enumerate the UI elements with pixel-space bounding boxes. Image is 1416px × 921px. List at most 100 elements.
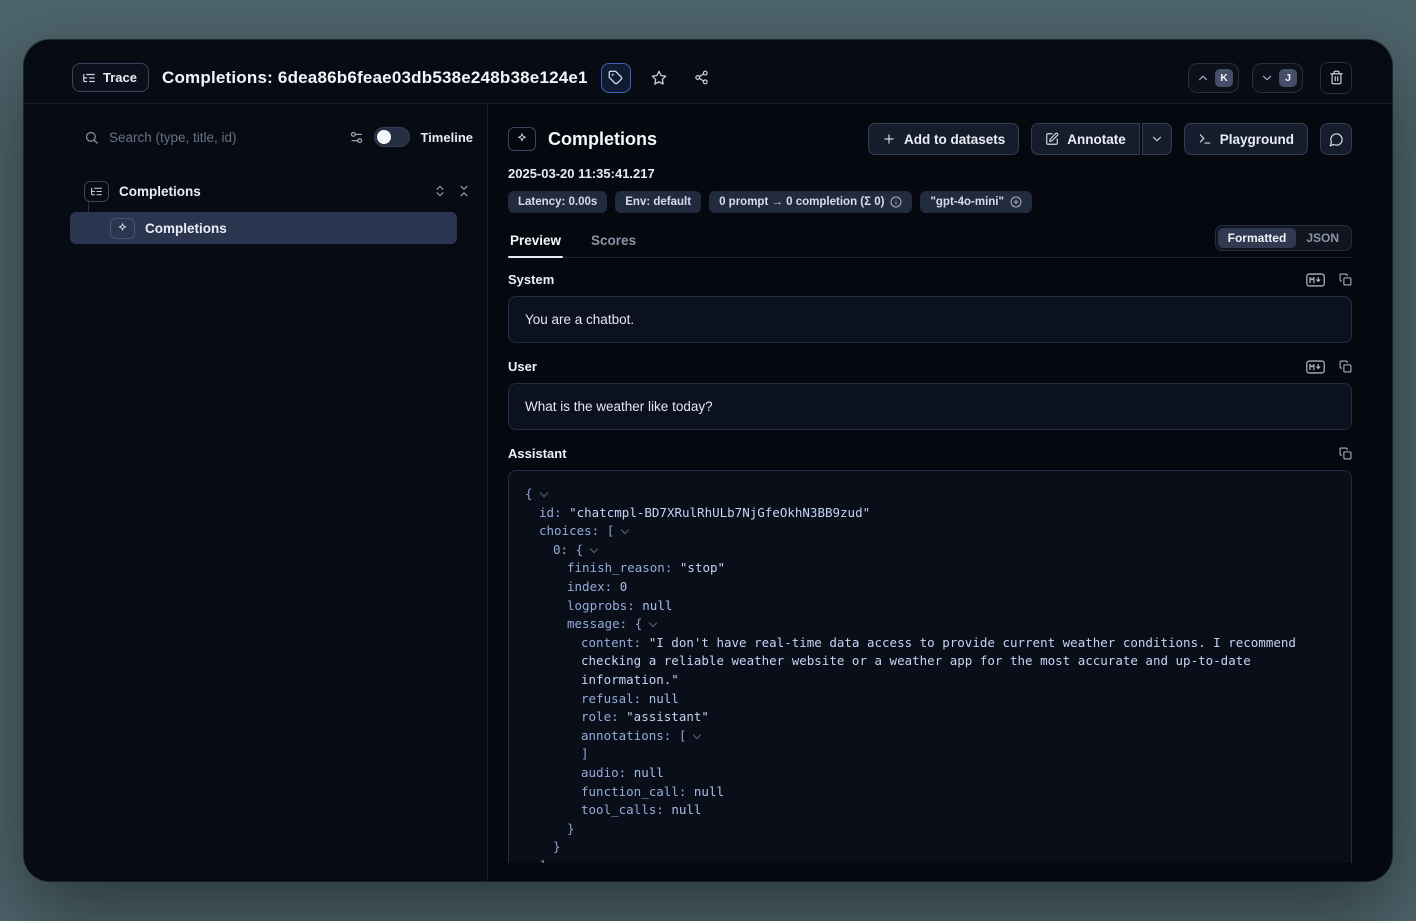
- json-line: tool_calls: null: [525, 801, 1335, 820]
- json-line: 0: {: [525, 541, 1335, 560]
- observation-timestamp: 2025-03-20 11:35:41.217: [508, 166, 1352, 181]
- json-line: content: "I don't have real-time data ac…: [525, 634, 1335, 690]
- json-line: message: {: [525, 615, 1335, 634]
- env-badge: Env: default: [615, 191, 701, 213]
- share-button[interactable]: [687, 63, 717, 93]
- annotate-dropdown-button[interactable]: [1142, 123, 1172, 155]
- json-line: ]: [525, 857, 1335, 863]
- playground-button[interactable]: Playground: [1184, 123, 1308, 155]
- search-icon: [84, 130, 99, 145]
- json-line: refusal: null: [525, 690, 1335, 709]
- timeline-toggle[interactable]: [374, 127, 410, 147]
- json-line: ]: [525, 745, 1335, 764]
- copy-icon[interactable]: [1339, 360, 1352, 373]
- trace-tree-sidebar: Timeline Completions: [24, 104, 488, 881]
- json-line: annotations: [: [525, 727, 1335, 746]
- timeline-label: Timeline: [420, 130, 473, 145]
- system-message-section: System You are a chatbot.: [508, 272, 1352, 343]
- observation-detail-panel: Completions Add to datasets Annotate: [488, 104, 1392, 881]
- system-message-text: You are a chatbot.: [525, 312, 634, 327]
- markdown-toggle-icon[interactable]: [1306, 273, 1325, 287]
- trash-icon: [1329, 70, 1344, 85]
- tree-guide-line: [88, 200, 89, 220]
- prev-trace-button[interactable]: K: [1188, 63, 1239, 93]
- pencil-icon: [1045, 132, 1059, 146]
- trace-header: Trace Completions: 6dea86b6feae03db538e2…: [24, 40, 1392, 104]
- star-button[interactable]: [644, 63, 674, 93]
- latency-badge: Latency: 0.00s: [508, 191, 607, 213]
- completions-icon: [508, 127, 536, 151]
- terminal-icon: [1198, 132, 1212, 146]
- tag-button[interactable]: [601, 63, 631, 93]
- collapse-chevron-icon[interactable]: [590, 545, 598, 553]
- metadata-badges: Latency: 0.00s Env: default 0 prompt → 0…: [508, 191, 1352, 213]
- collapse-chevron-icon[interactable]: [693, 730, 701, 738]
- annotate-label: Annotate: [1067, 132, 1126, 147]
- assistant-json-code: {id: "chatcmpl-BD7XRulRhULb7NjGfeOkhN3BB…: [525, 485, 1335, 863]
- comment-bubble-icon: [1329, 132, 1344, 147]
- json-line: audio: null: [525, 764, 1335, 783]
- delete-trace-button[interactable]: [1320, 62, 1352, 94]
- annotate-button[interactable]: Annotate: [1031, 123, 1140, 155]
- comments-button[interactable]: [1320, 123, 1352, 155]
- detail-tabs: Preview Scores Formatted JSON: [508, 225, 1352, 258]
- tree-item-trace-root[interactable]: Completions: [84, 176, 473, 206]
- tag-icon: [608, 70, 623, 85]
- preview-content: System You are a chatbot.: [508, 258, 1352, 863]
- json-line: function_call: null: [525, 783, 1335, 802]
- collapse-chevron-icon[interactable]: [539, 489, 547, 497]
- list-tree-icon: [82, 71, 96, 85]
- trace-badge-label: Trace: [103, 70, 137, 85]
- expand-all-icon[interactable]: [433, 184, 447, 198]
- json-line: {: [525, 485, 1335, 504]
- shortcut-j-key: J: [1279, 69, 1297, 87]
- tree-root-label: Completions: [119, 184, 201, 199]
- json-line: choices: [: [525, 522, 1335, 541]
- collapse-all-icon[interactable]: [457, 184, 471, 198]
- add-to-datasets-label: Add to datasets: [904, 132, 1005, 147]
- json-line: }: [525, 820, 1335, 839]
- tab-scores[interactable]: Scores: [589, 233, 638, 257]
- user-message-text: What is the weather like today?: [525, 399, 713, 414]
- collapse-chevron-icon[interactable]: [621, 526, 629, 534]
- info-icon: [890, 196, 902, 208]
- chevron-down-icon: [1150, 132, 1164, 146]
- collapse-chevron-icon[interactable]: [649, 619, 657, 627]
- next-trace-button[interactable]: J: [1252, 63, 1303, 93]
- tree-item-completions-generation[interactable]: Completions: [70, 212, 457, 244]
- json-line: logprobs: null: [525, 597, 1335, 616]
- trace-detail-window: Trace Completions: 6dea86b6feae03db538e2…: [24, 40, 1392, 881]
- shortcut-k-key: K: [1215, 69, 1233, 87]
- copy-icon[interactable]: [1339, 447, 1352, 460]
- generation-icon: [110, 218, 135, 239]
- chevron-down-icon: [1260, 71, 1274, 85]
- view-settings-icon[interactable]: [349, 130, 364, 145]
- observation-title: Completions: [548, 129, 657, 150]
- trace-title: Completions: 6dea86b6feae03db538e248b38e…: [162, 68, 588, 88]
- add-to-datasets-button[interactable]: Add to datasets: [868, 123, 1019, 155]
- star-icon: [651, 70, 667, 86]
- assistant-label: Assistant: [508, 446, 567, 461]
- search-input[interactable]: [109, 130, 339, 145]
- json-line: role: "assistant": [525, 708, 1335, 727]
- token-usage-badge[interactable]: 0 prompt → 0 completion (Σ 0): [709, 191, 912, 213]
- share-icon: [694, 70, 709, 85]
- user-message-box: What is the weather like today?: [508, 383, 1352, 430]
- system-message-box: You are a chatbot.: [508, 296, 1352, 343]
- format-option-formatted[interactable]: Formatted: [1218, 228, 1297, 248]
- system-label: System: [508, 272, 554, 287]
- assistant-json-viewer[interactable]: {id: "chatcmpl-BD7XRulRhULb7NjGfeOkhN3BB…: [508, 470, 1352, 863]
- markdown-toggle-icon[interactable]: [1306, 360, 1325, 374]
- plus-circle-icon: [1010, 196, 1022, 208]
- playground-label: Playground: [1220, 132, 1294, 147]
- json-line: finish_reason: "stop": [525, 559, 1335, 578]
- toggle-knob: [377, 130, 391, 144]
- trace-badge: Trace: [72, 63, 149, 92]
- plus-icon: [882, 132, 896, 146]
- json-line: }: [525, 838, 1335, 857]
- model-badge[interactable]: "gpt-4o-mini": [920, 191, 1032, 213]
- format-option-json[interactable]: JSON: [1296, 228, 1349, 248]
- user-label: User: [508, 359, 537, 374]
- tab-preview[interactable]: Preview: [508, 233, 563, 257]
- copy-icon[interactable]: [1339, 273, 1352, 286]
